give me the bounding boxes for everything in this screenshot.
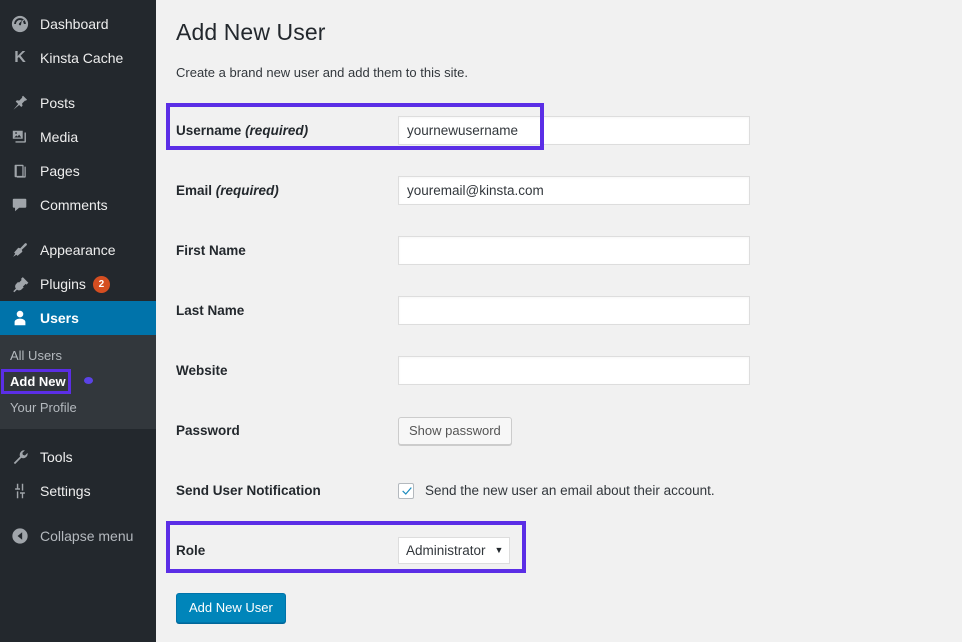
form-row-password: Password Show password [176, 401, 962, 461]
page-subtitle: Create a brand new user and add them to … [176, 64, 468, 80]
sidebar-item-label: Posts [40, 95, 76, 111]
media-icon [10, 127, 30, 147]
send-notification-checkbox-label: Send the new user an email about their a… [425, 483, 715, 499]
form-row-last-name: Last Name [176, 281, 962, 341]
sidebar-item-comments[interactable]: Comments [0, 188, 156, 222]
wordpress-admin-screen: Dashboard K Kinsta Cache Posts Media Pag… [0, 0, 962, 642]
sidebar-item-settings[interactable]: Settings [0, 474, 156, 508]
submenu-item-add-new[interactable]: Add New [0, 368, 156, 394]
sidebar-item-label: Comments [40, 197, 108, 213]
form-row-first-name: First Name [176, 221, 962, 281]
sidebar-item-kinsta-cache[interactable]: K Kinsta Cache [0, 41, 156, 75]
kinsta-k-icon: K [14, 49, 26, 66]
username-label: Username (required) [176, 123, 398, 138]
username-label-text: Username [176, 123, 242, 139]
plug-icon [10, 274, 30, 294]
sidebar-item-label: Media [40, 129, 79, 145]
submenu-item-label: All Users [10, 347, 63, 363]
show-password-button[interactable]: Show password [398, 416, 512, 445]
password-label: Password [176, 423, 240, 439]
add-new-user-form: Username (required) Email (required) Fir… [176, 101, 962, 623]
form-row-website: Website [176, 341, 962, 401]
sidebar-item-label: Users [40, 310, 79, 326]
sidebar-item-label: Pages [40, 163, 80, 179]
admin-sidebar: Dashboard K Kinsta Cache Posts Media Pag… [0, 0, 164, 642]
chevron-down-icon: ▼ [494, 545, 504, 556]
sidebar-item-plugins[interactable]: Plugins 2 [0, 267, 156, 301]
users-submenu: All Users Add New Your Profile [0, 335, 156, 429]
sidebar-item-dashboard[interactable]: Dashboard [0, 7, 156, 41]
send-notification-label: Send User Notification [176, 483, 321, 499]
role-select[interactable]: Administrator ▼ [398, 536, 511, 564]
add-new-user-submit-button[interactable]: Add New User [176, 592, 286, 623]
role-label: Role [176, 542, 206, 558]
email-label: Email (required) [176, 183, 398, 198]
sidebar-item-label: Collapse menu [40, 528, 134, 544]
email-required-note: (required) [215, 183, 279, 199]
annotation-dot [84, 377, 93, 384]
sidebar-item-label: Tools [40, 449, 73, 465]
sidebar-item-tools[interactable]: Tools [0, 440, 156, 474]
submenu-item-label: Add New [10, 373, 66, 389]
username-required-note: (required) [245, 123, 309, 139]
email-input[interactable] [398, 176, 750, 206]
sidebar-item-users[interactable]: Users [0, 301, 164, 335]
role-select-value: Administrator [406, 542, 486, 558]
last-name-label: Last Name [176, 303, 245, 319]
pages-icon [10, 161, 30, 181]
comment-icon [10, 195, 30, 215]
submenu-item-all-users[interactable]: All Users [0, 342, 156, 368]
sidebar-item-label: Dashboard [40, 16, 109, 32]
wrench-icon [10, 447, 30, 467]
username-input[interactable] [398, 116, 750, 146]
first-name-input[interactable] [398, 236, 750, 266]
first-name-label: First Name [176, 243, 246, 259]
page-title: Add New User [176, 19, 326, 45]
sidebar-item-label: Appearance [40, 242, 116, 258]
sidebar-item-pages[interactable]: Pages [0, 154, 156, 188]
website-label: Website [176, 363, 228, 379]
form-row-email: Email (required) [176, 161, 962, 221]
sidebar-item-label: Kinsta Cache [40, 50, 124, 66]
plugins-update-badge: 2 [92, 275, 110, 293]
sidebar-item-appearance[interactable]: Appearance [0, 233, 156, 267]
form-row-role: Role Administrator ▼ [176, 521, 962, 580]
main-content: Add New User Create a brand new user and… [156, 0, 962, 642]
collapse-arrow-icon [10, 526, 30, 546]
send-notification-control: Send the new user an email about their a… [398, 482, 715, 499]
user-icon [10, 308, 30, 328]
paintbrush-icon [10, 240, 30, 260]
submenu-item-label: Your Profile [10, 399, 77, 415]
submenu-item-your-profile[interactable]: Your Profile [0, 394, 156, 420]
form-row-username: Username (required) [176, 101, 962, 161]
last-name-input[interactable] [398, 296, 750, 326]
sliders-icon [10, 481, 30, 501]
send-notification-checkbox[interactable] [398, 482, 414, 499]
website-input[interactable] [398, 356, 750, 386]
sidebar-item-label: Settings [40, 483, 91, 499]
dashboard-icon [10, 14, 30, 34]
form-row-send-notification: Send User Notification Send the new user… [176, 461, 962, 521]
sidebar-item-posts[interactable]: Posts [0, 86, 156, 120]
sidebar-item-label: Plugins [40, 276, 86, 292]
checkmark-icon [402, 487, 412, 495]
pin-icon [10, 93, 30, 113]
sidebar-item-media[interactable]: Media [0, 120, 156, 154]
email-label-text: Email [176, 183, 213, 199]
sidebar-item-collapse-menu[interactable]: Collapse menu [0, 519, 156, 553]
